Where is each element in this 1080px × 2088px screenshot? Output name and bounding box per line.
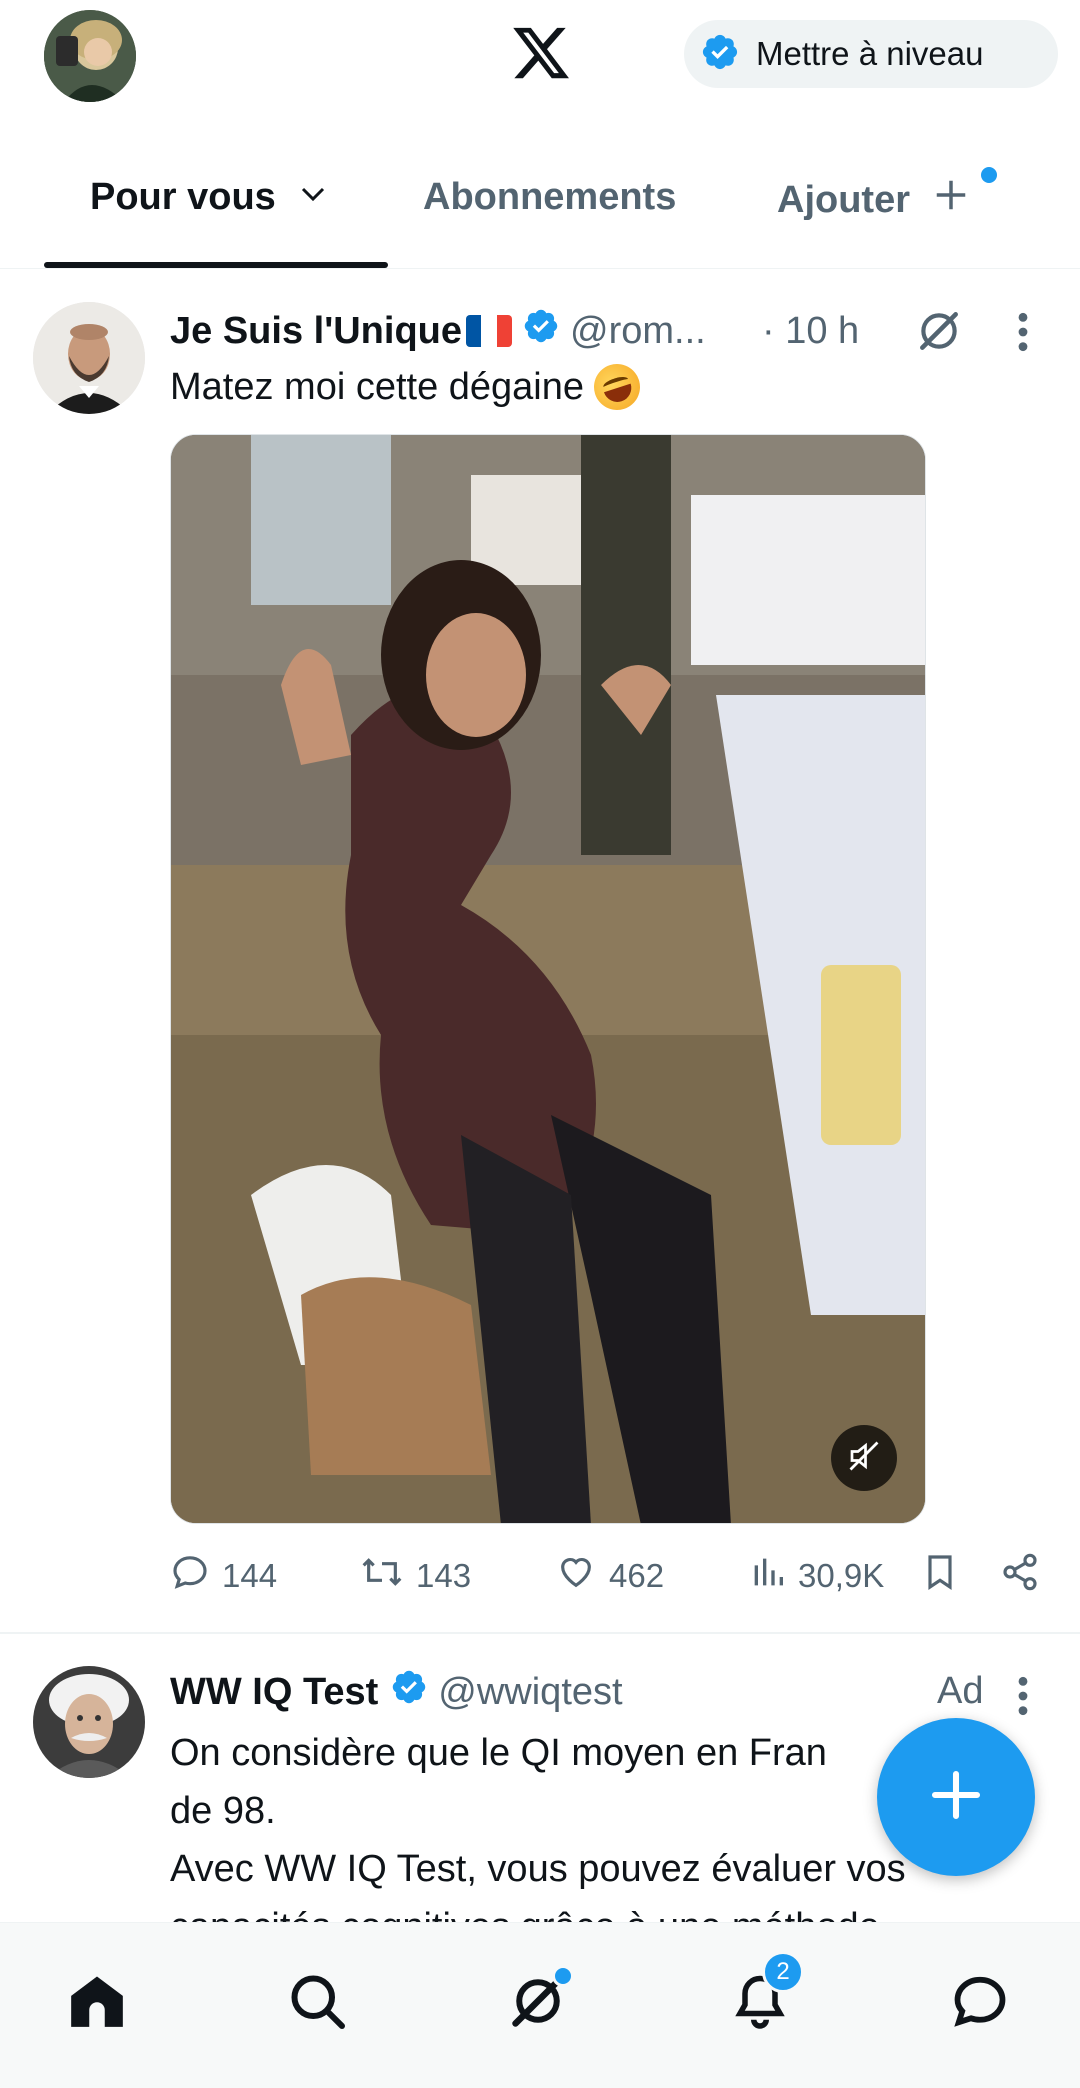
reply-count: 144	[222, 1557, 278, 1594]
author-avatar[interactable]	[33, 302, 145, 414]
plus-icon	[932, 176, 970, 224]
tweet-video[interactable]	[170, 434, 926, 1524]
compose-button[interactable]	[877, 1718, 1035, 1876]
repost-count: 143	[416, 1557, 472, 1594]
like-button[interactable]: 462	[555, 1552, 664, 1600]
heart-icon	[555, 1552, 597, 1600]
reply-icon	[170, 1552, 210, 1600]
like-count: 462	[609, 1557, 665, 1594]
author-name[interactable]: Je Suis l'Unique	[170, 310, 462, 353]
share-button[interactable]	[1000, 1552, 1040, 1600]
bottom-nav: 2	[0, 1922, 1080, 2088]
tweet-text-body: Matez moi cette dégaine	[170, 365, 585, 408]
new-indicator-dot	[552, 1965, 574, 1987]
top-header: Mettre à niveau Pour vous Abonnements Aj…	[0, 0, 1080, 270]
upgrade-button[interactable]: Mettre à niveau	[684, 20, 1058, 88]
ad-label: Ad	[937, 1670, 984, 1712]
timeline-tabs: Pour vous Abonnements Ajouter	[0, 150, 1080, 268]
tab-label: Abonnements	[423, 176, 677, 218]
messages-icon	[950, 1971, 1010, 2036]
nav-grok[interactable]	[498, 1963, 578, 2043]
profile-avatar[interactable]	[44, 10, 136, 102]
share-icon	[1000, 1552, 1040, 1600]
tab-label: Ajouter	[777, 178, 910, 221]
advertiser-handle[interactable]: @wwiqtest	[438, 1671, 622, 1714]
verified-badge-icon	[390, 1668, 428, 1716]
tab-for-you[interactable]: Pour vous	[90, 176, 328, 219]
video-frame	[171, 435, 925, 1523]
repost-icon	[360, 1552, 404, 1600]
tab-add[interactable]: Ajouter	[777, 176, 970, 224]
nav-home[interactable]	[57, 1963, 137, 2043]
views-count: 30,9K	[798, 1557, 885, 1594]
laughing-emoji-icon	[588, 358, 646, 416]
divider	[0, 268, 1080, 269]
reply-button[interactable]: 144	[170, 1552, 277, 1600]
grok-icon[interactable]	[914, 306, 964, 361]
french-flag-icon	[466, 315, 512, 347]
advertiser-avatar[interactable]	[33, 1666, 145, 1778]
views-button[interactable]: 30,9K	[750, 1552, 884, 1600]
mute-toggle[interactable]	[831, 1425, 897, 1491]
repost-button[interactable]: 143	[360, 1552, 471, 1600]
tweet[interactable]: Je Suis l'Unique @rom... · 10 h Matez mo…	[0, 270, 1080, 1634]
ad-text-line: capacités cognitives grâce à une méthode	[170, 1898, 1050, 1922]
verified-badge-icon	[700, 32, 740, 77]
bookmark-button[interactable]	[922, 1552, 958, 1600]
new-indicator-dot	[981, 167, 997, 183]
notifications-badge: 2	[762, 1951, 804, 1993]
ad-header: WW IQ Test @wwiqtest	[170, 1668, 623, 1716]
bookmark-icon	[922, 1552, 958, 1600]
tab-following[interactable]: Abonnements	[423, 176, 676, 219]
x-logo-icon[interactable]	[510, 22, 572, 84]
tweet-header: Je Suis l'Unique @rom...	[170, 306, 706, 356]
tweet-time[interactable]: · 10 h	[762, 310, 859, 353]
home-icon	[66, 1970, 128, 2037]
advertiser-name[interactable]: WW IQ Test	[170, 1671, 378, 1714]
nav-search[interactable]	[277, 1963, 357, 2043]
muted-speaker-icon	[846, 1438, 882, 1479]
search-icon	[287, 1971, 347, 2036]
more-options-icon[interactable]	[1012, 310, 1034, 359]
author-photo	[33, 302, 145, 414]
nav-notifications[interactable]: 2	[720, 1951, 804, 2043]
upgrade-label: Mettre à niveau	[756, 35, 984, 72]
chevron-down-icon	[298, 176, 328, 219]
profile-photo	[44, 10, 136, 102]
author-handle[interactable]: @rom...	[570, 310, 706, 353]
advertiser-photo	[33, 1666, 145, 1778]
more-options-icon[interactable]	[1012, 1674, 1034, 1723]
verified-badge-icon	[522, 307, 560, 355]
tweet-text: Matez moi cette dégaine	[170, 358, 646, 416]
nav-messages[interactable]	[940, 1963, 1020, 2043]
views-chart-icon	[750, 1552, 786, 1600]
plus-icon	[928, 1767, 984, 1828]
tab-label: Pour vous	[90, 176, 276, 218]
tweet-actions: 144 143 462 30,9K	[170, 1552, 1050, 1608]
